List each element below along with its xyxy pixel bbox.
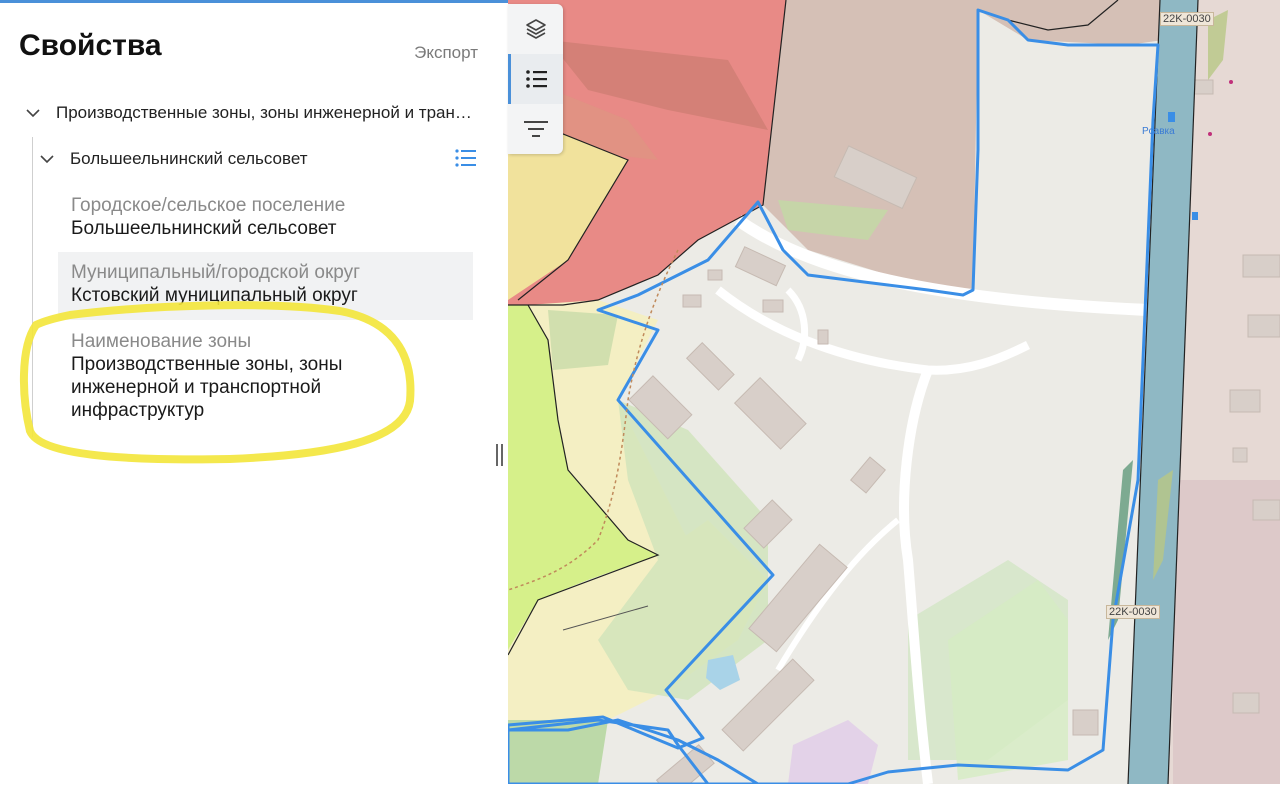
properties-panel: Свойства Экспорт Производственные зоны, … <box>0 0 508 784</box>
property-key: Наименование зоны <box>71 331 252 352</box>
road-label: 22K-0030 <box>1160 12 1214 26</box>
tree-node-zone-type[interactable]: Производственные зоны, зоны инженерной и… <box>24 103 484 123</box>
poi-icon <box>1192 212 1198 220</box>
tree-node-settlement[interactable]: Большеельнинский сельсовет <box>38 149 480 169</box>
property-key: Городское/сельское поселение <box>71 195 346 216</box>
road-label-bottom: 22K-0030 <box>1106 605 1160 619</box>
property-district: Муниципальный/городской округ Кстовский … <box>58 252 473 320</box>
tree-node-label: Производственные зоны, зоны инженерной и… <box>56 103 476 122</box>
property-value-line: инфраструктур <box>71 400 205 421</box>
panel-resize-handle[interactable] <box>494 444 506 470</box>
filter-icon <box>523 121 548 137</box>
property-value-line: инженерной и транспортной <box>71 377 322 398</box>
list-button[interactable] <box>508 54 563 104</box>
map-canvas[interactable] <box>508 0 1280 784</box>
map-view[interactable]: 22K-0030 22K-0030 Рсавка <box>508 0 1280 784</box>
property-value: Большеельнинский сельсовет <box>71 218 337 239</box>
export-button[interactable]: Экспорт <box>414 43 478 63</box>
list-icon[interactable] <box>454 146 478 170</box>
property-key: Муниципальный/городской округ <box>71 262 361 283</box>
property-zone-name: Наименование зоны Производственные зоны,… <box>58 331 473 422</box>
layers-button[interactable] <box>508 4 563 54</box>
map-toolbar <box>508 4 563 154</box>
tree-node-label: Большеельнинский сельсовет <box>70 149 308 168</box>
property-value: Кстовский муниципальный округ <box>71 285 358 306</box>
bus-stop-icon <box>1168 112 1175 122</box>
chevron-down-icon[interactable] <box>38 150 56 168</box>
list-icon <box>526 70 547 88</box>
tree-guide-line <box>32 137 33 437</box>
property-settlement: Городское/сельское поселение Большеельни… <box>58 195 473 240</box>
panel-title: Свойства <box>19 29 162 62</box>
layers-icon <box>525 19 546 39</box>
chevron-down-icon[interactable] <box>24 104 42 122</box>
place-label: Рсавка <box>1142 126 1175 137</box>
property-value-line: Производственные зоны, зоны <box>71 354 343 375</box>
filter-button[interactable] <box>508 104 563 154</box>
